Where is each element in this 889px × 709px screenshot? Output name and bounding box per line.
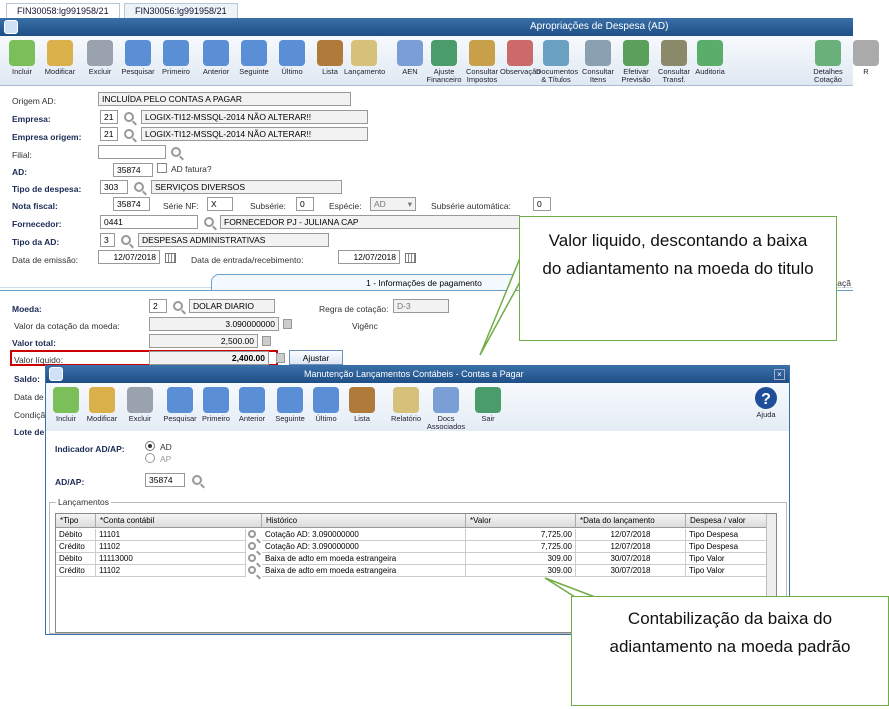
- callout-bottom: Contabilização da baixa do adiantamento …: [571, 596, 889, 706]
- callout-bottom-pointer: [544, 577, 596, 598]
- callout-top: Valor liquido, descontando a baixa do ad…: [519, 216, 837, 341]
